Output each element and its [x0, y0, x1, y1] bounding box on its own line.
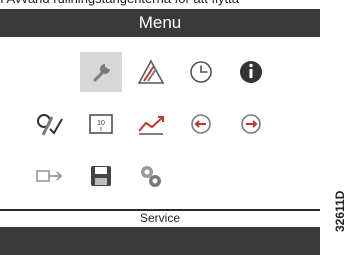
info-icon — [240, 61, 262, 83]
save-menu-item[interactable] — [80, 156, 122, 196]
clock-icon — [190, 61, 212, 83]
clock-menu-item[interactable] — [180, 52, 222, 92]
ethernet-menu-item[interactable] — [28, 156, 70, 196]
svg-text:8: 8 — [100, 127, 103, 133]
top-caption-text: I Avvänd rullningstangenterna för att fl… — [0, 0, 320, 9]
menu-title-bar: Menu — [0, 9, 320, 37]
info-menu-item[interactable] — [230, 52, 272, 92]
save-icon — [91, 166, 111, 186]
counter-icon: 10 8 — [89, 114, 113, 134]
wrench-menu-item[interactable] — [80, 52, 122, 92]
back-arrow-menu-item[interactable] — [180, 104, 222, 144]
menu-panel: Menu 10 8 Service — [0, 9, 320, 255]
bottom-bar — [0, 227, 320, 255]
settings-check-icon — [37, 114, 63, 136]
status-label: Service — [139, 211, 180, 225]
forward-arrow-icon — [241, 114, 261, 134]
counter-menu-item[interactable]: 10 8 — [80, 104, 122, 144]
settings-check-menu-item[interactable] — [28, 104, 70, 144]
menu-title: Menu — [138, 13, 182, 32]
warning-icon — [137, 59, 165, 84]
forward-arrow-menu-item[interactable] — [230, 104, 272, 144]
gears-menu-item[interactable] — [130, 156, 172, 196]
trend-menu-item[interactable] — [130, 104, 172, 144]
back-arrow-icon — [191, 114, 211, 134]
figure-code: 32611D — [333, 190, 347, 232]
warning-menu-item[interactable] — [130, 52, 172, 92]
wrench-icon — [93, 64, 110, 82]
ethernet-icon — [36, 170, 63, 182]
svg-text:10: 10 — [97, 120, 105, 127]
trend-icon — [138, 116, 164, 135]
menu-icon-grid: 10 8 — [0, 37, 320, 207]
gears-icon — [141, 166, 161, 187]
